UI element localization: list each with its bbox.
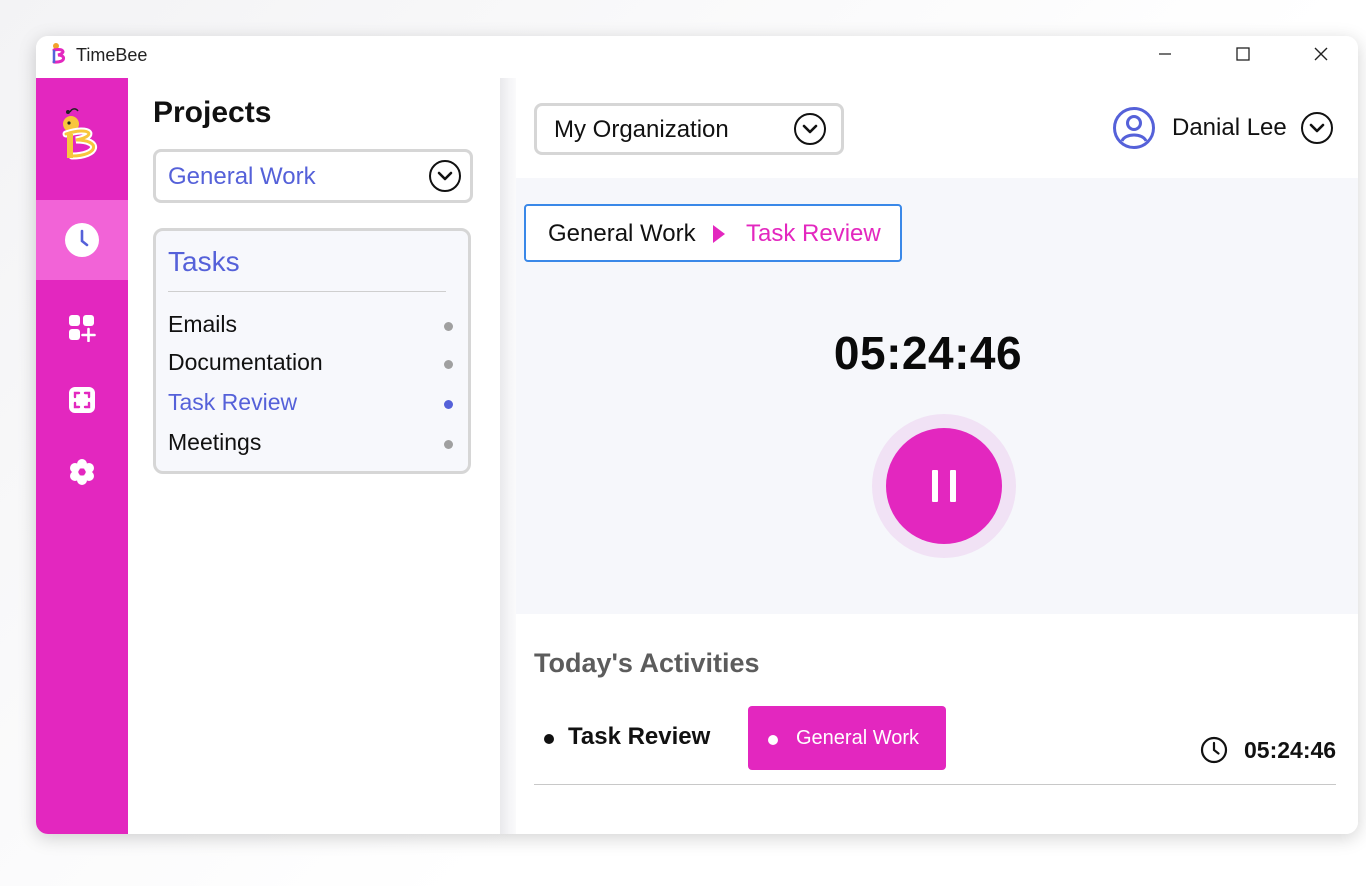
timebee-bee-logo-icon <box>62 108 98 160</box>
chevron-down-icon <box>794 113 826 145</box>
minimize-icon <box>1159 53 1171 55</box>
activity-row[interactable]: Task Review General Work 05:24:46 <box>534 700 1336 826</box>
panel-divider <box>500 78 516 834</box>
app-title: TimeBee <box>76 45 148 65</box>
task-item-documentation[interactable]: Documentation <box>168 349 458 379</box>
nav-settings-item[interactable] <box>36 442 128 502</box>
activity-divider <box>534 784 1336 785</box>
user-avatar-icon[interactable] <box>1112 106 1156 150</box>
task-label: Task Review <box>168 389 298 415</box>
task-status-dot <box>444 360 453 369</box>
breadcrumb-project[interactable]: General Work <box>548 220 696 248</box>
task-item-task-review[interactable]: Task Review <box>168 389 458 419</box>
task-status-dot <box>444 322 453 331</box>
nav-apps-item[interactable] <box>36 298 128 358</box>
close-icon <box>1314 47 1328 61</box>
gear-icon <box>70 459 94 485</box>
task-label: Emails <box>168 311 238 337</box>
pause-icon <box>932 470 956 502</box>
nav-timer-item[interactable] <box>36 200 128 280</box>
task-item-meetings[interactable]: Meetings <box>168 429 458 459</box>
activities-title: Today's Activities <box>534 648 760 678</box>
organization-select-value: My Organization <box>554 116 729 143</box>
nav-screenshots-item[interactable] <box>36 370 128 430</box>
timer-panel: General Work Task Review 05:24:46 <box>516 178 1358 614</box>
breadcrumb-task: Task Review <box>746 220 881 247</box>
caret-right-icon <box>713 225 725 243</box>
activity-project-badge: General Work <box>748 706 946 770</box>
activity-task: Task Review <box>568 723 711 750</box>
project-select[interactable]: General Work <box>153 149 473 203</box>
projects-panel: Projects General Work Tasks Emails Docum… <box>128 78 500 834</box>
nav-rail <box>36 78 128 834</box>
clock-icon <box>65 223 99 257</box>
tasks-divider <box>168 291 446 292</box>
pause-button[interactable] <box>886 428 1002 544</box>
chevron-down-icon <box>429 160 461 192</box>
user-menu-chevron-icon[interactable] <box>1300 111 1334 145</box>
screenshot-icon <box>69 387 95 413</box>
tasks-list: Tasks Emails Documentation Task Review M… <box>153 228 471 474</box>
app-window: TimeBee Projects General Work Tasks Emai… <box>36 36 1358 834</box>
main-area: My Organization Danial Lee General Work … <box>516 78 1358 834</box>
user-name[interactable]: Danial Lee <box>1172 114 1287 142</box>
task-label: Meetings <box>168 429 262 455</box>
badge-dot <box>768 735 778 745</box>
task-status-dot <box>444 400 453 409</box>
close-button[interactable] <box>1298 36 1344 72</box>
clock-icon <box>1200 736 1228 764</box>
tasks-title: Tasks <box>168 246 240 277</box>
badge-label: General Work <box>796 727 920 749</box>
organization-select[interactable]: My Organization <box>534 103 844 155</box>
breadcrumb: General Work Task Review <box>524 204 902 262</box>
task-item-emails[interactable]: Emails <box>168 311 458 341</box>
projects-title: Projects <box>153 96 272 129</box>
task-label: Documentation <box>168 349 323 375</box>
project-select-value: General Work <box>168 163 316 190</box>
timebee-logo-icon <box>52 43 65 64</box>
apps-add-icon <box>69 315 96 342</box>
task-status-dot <box>444 440 453 449</box>
activity-duration: 05:24:46 <box>1244 737 1337 763</box>
activity-bullet <box>544 734 554 744</box>
maximize-button[interactable] <box>1220 36 1266 72</box>
maximize-icon <box>1236 47 1250 61</box>
title-bar: TimeBee <box>36 36 1358 78</box>
elapsed-time: 05:24:46 <box>833 327 1023 379</box>
minimize-button[interactable] <box>1142 36 1188 72</box>
